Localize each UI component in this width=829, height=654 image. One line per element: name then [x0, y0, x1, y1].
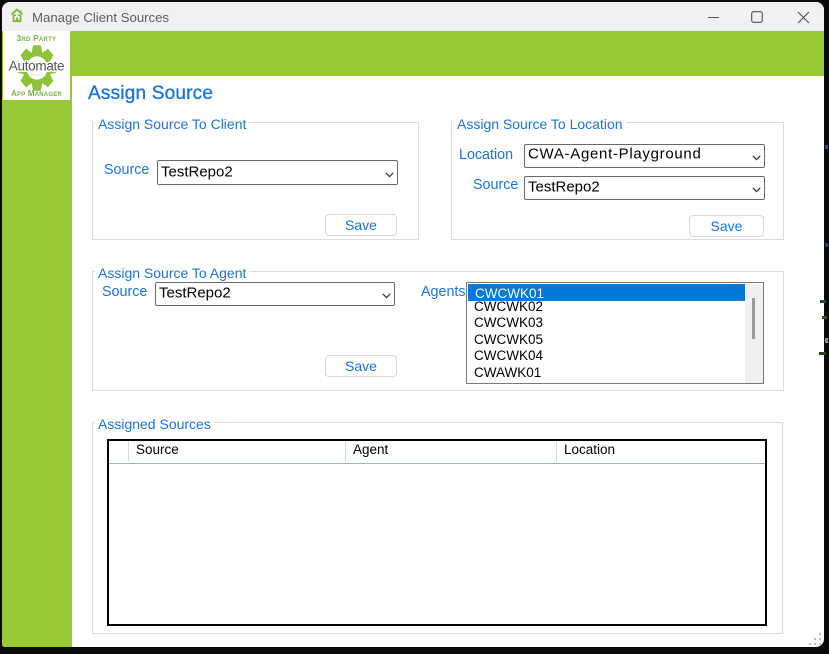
svg-text:Automate: Automate [9, 59, 64, 74]
